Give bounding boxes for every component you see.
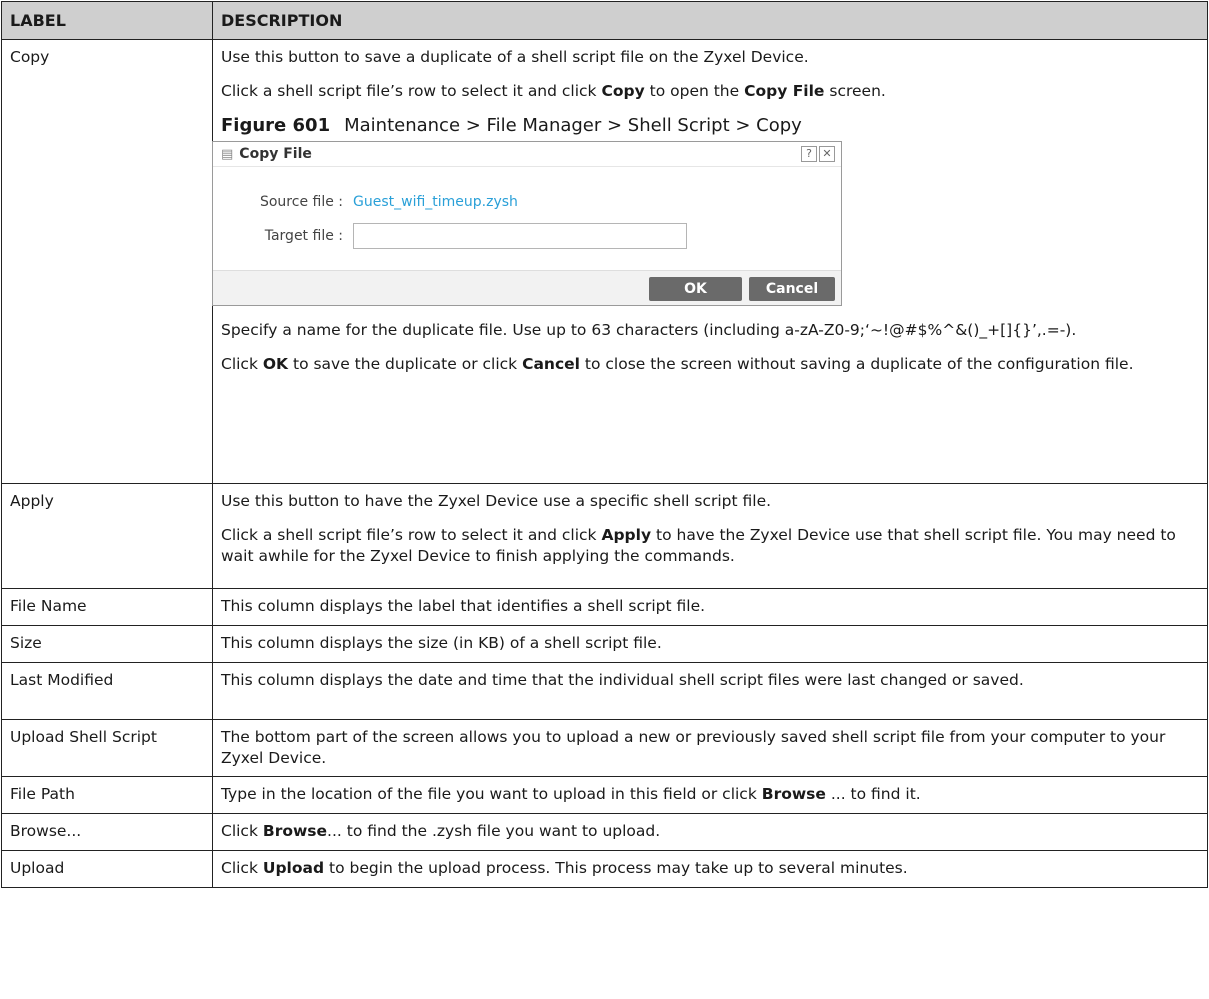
row-label-upload-shell-script: Upload Shell Script — [1, 719, 213, 777]
copy-file-dialog: ▤ Copy File ? ✕ Source file : Guest_wifi_t… — [212, 141, 842, 306]
copy-para-2: Click a shell script file’s row to selec… — [221, 82, 886, 100]
copy-para-3: Specify a name for the duplicate file. U… — [221, 321, 1077, 339]
help-icon[interactable]: ? — [801, 146, 817, 162]
row-label-last-modified: Last Modified — [1, 662, 213, 720]
row-label-apply: Apply — [1, 483, 213, 589]
dialog-title-bar: ▤ Copy File — [213, 142, 841, 167]
apply-para-2: Click a shell script file’s row to selec… — [221, 526, 1176, 565]
source-file-label: Source file : — [259, 194, 343, 210]
target-file-row: Target file : — [241, 223, 687, 249]
row-desc-size: This column displays the size (in KB) of… — [212, 625, 1208, 663]
table-row: Browse... Click Browse... to find the .z… — [1, 813, 1208, 851]
apply-para-1: Use this button to have the Zyxel Device… — [221, 492, 772, 510]
table-row: File Path Type in the location of the fi… — [1, 776, 1208, 814]
row-desc-upload-shell-script: The bottom part of the screen allows you… — [212, 719, 1208, 777]
row-desc-file-name: This column displays the label that iden… — [212, 588, 1208, 626]
row-label-upload: Upload — [1, 850, 213, 888]
close-icon[interactable]: ✕ — [819, 146, 835, 162]
copy-para-1: Use this button to save a duplicate of a… — [221, 48, 809, 66]
table-row: Upload Click Upload to begin the upload … — [1, 850, 1208, 888]
cancel-button[interactable]: Cancel — [749, 277, 835, 301]
table-row: Last Modified This column displays the d… — [1, 662, 1208, 720]
table-row: Copy Use this button to save a duplicate… — [1, 39, 1208, 484]
table-row: Size This column displays the size (in K… — [1, 625, 1208, 663]
description-table: LABEL DESCRIPTION Copy Use this button t… — [1, 1, 1208, 888]
source-file-value: Guest_wifi_timeup.zysh — [353, 194, 518, 210]
target-file-label: Target file : — [264, 228, 343, 244]
row-desc-apply: Use this button to have the Zyxel Device… — [212, 483, 1208, 589]
header-label: LABEL — [1, 1, 213, 40]
row-label-file-path: File Path — [1, 776, 213, 814]
row-label-browse: Browse... — [1, 813, 213, 851]
row-desc-browse: Click Browse... to find the .zysh file y… — [212, 813, 1208, 851]
row-desc-file-path: Type in the location of the file you wan… — [212, 776, 1208, 814]
copy-para-4: Click OK to save the duplicate or click … — [221, 355, 1134, 373]
figure-caption: Figure 601 Maintenance > File Manager > S… — [221, 115, 802, 136]
table-row: File Name This column displays the label… — [1, 588, 1208, 626]
row-desc-last-modified: This column displays the date and time t… — [212, 662, 1208, 720]
dialog-footer: OK Cancel — [213, 270, 841, 305]
source-file-row: Source file : Guest_wifi_timeup.zysh — [241, 192, 518, 213]
table-row: Apply Use this button to have the Zyxel … — [1, 483, 1208, 589]
target-file-input[interactable] — [353, 223, 687, 249]
ok-button[interactable]: OK — [649, 277, 742, 301]
dialog-title: Copy File — [239, 146, 312, 162]
row-label-size: Size — [1, 625, 213, 663]
dialog-controls: ? ✕ — [801, 146, 835, 162]
header-description: DESCRIPTION — [212, 1, 1208, 40]
document-icon: ▤ — [221, 147, 234, 162]
row-label-copy: Copy — [1, 39, 213, 484]
table-row: Upload Shell Script The bottom part of t… — [1, 719, 1208, 777]
table-header-row: LABEL DESCRIPTION — [1, 1, 1208, 40]
row-desc-upload: Click Upload to begin the upload process… — [212, 850, 1208, 888]
row-label-file-name: File Name — [1, 588, 213, 626]
row-desc-copy: Use this button to save a duplicate of a… — [212, 39, 1208, 484]
